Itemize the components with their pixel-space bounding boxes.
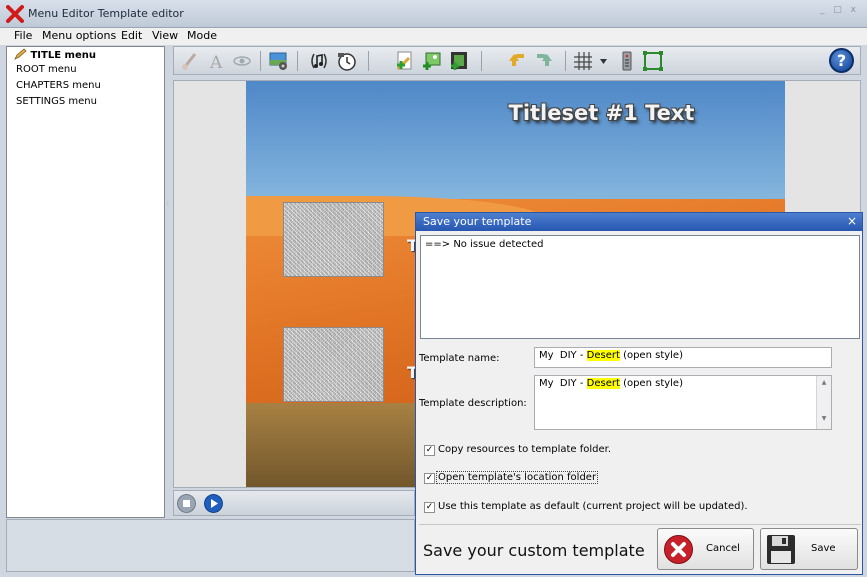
tree-item-label: TITLE menu — [30, 50, 96, 61]
toolbar-separator — [260, 51, 261, 71]
play-icon[interactable] — [204, 494, 223, 513]
desc-text-prefix: My DIY - — [539, 378, 587, 389]
brush-icon[interactable] — [179, 50, 201, 72]
save-button[interactable]: Save — [760, 528, 858, 570]
copy-resources-checkbox[interactable]: ✓ — [424, 445, 435, 456]
use-as-default-checkbox[interactable]: ✓ — [424, 502, 435, 513]
tree-item-settings-menu[interactable]: SETTINGS menu — [16, 96, 97, 107]
cancel-icon — [664, 535, 693, 564]
dialog-title: Save your template — [423, 215, 532, 228]
footer-text: Save your custom template — [423, 541, 645, 560]
button-thumbnail-2[interactable] — [283, 327, 384, 402]
scroll-down-icon[interactable]: ▼ — [817, 415, 831, 422]
undo-icon[interactable] — [506, 50, 528, 72]
cancel-label: Cancel — [706, 543, 740, 554]
toolbar-separator — [481, 51, 482, 71]
title-bar: Menu Editor Template editor _ □ x — [0, 0, 867, 28]
redo-icon[interactable] — [533, 50, 555, 72]
menu-menu-options[interactable]: Menu options — [42, 29, 116, 42]
toolbar-separator — [565, 51, 566, 71]
scroll-up-icon[interactable]: ▲ — [817, 379, 831, 386]
use-as-default-label: Use this template as default (current pr… — [438, 501, 748, 512]
timer-icon[interactable] — [335, 50, 357, 72]
background-settings-icon[interactable] — [268, 50, 290, 72]
template-description-field[interactable]: My DIY - Desert (open style) ▲ ▼ — [534, 375, 832, 430]
tree-item-title-menu[interactable]: TITLE menu — [14, 48, 96, 61]
dialog-title-bar: Save your template × — [416, 213, 862, 231]
toolbar-separator — [297, 51, 298, 71]
window-controls[interactable]: _ □ x — [820, 5, 859, 15]
floppy-disk-icon — [767, 535, 795, 564]
toolbar-separator — [368, 51, 369, 71]
name-text-suffix: (open style) — [619, 350, 683, 361]
button-thumbnail-1[interactable] — [283, 202, 384, 277]
frame-icon[interactable] — [642, 50, 664, 72]
name-text-highlight: Desert — [586, 350, 620, 361]
text-icon[interactable]: A — [205, 50, 227, 72]
name-text-prefix: My DIY - — [539, 350, 587, 361]
playback-bar — [173, 490, 415, 516]
dialog-footer: Save your custom template Cancel Save — [419, 524, 861, 573]
toolbar: A — [173, 46, 861, 75]
log-text: ==> No issue detected — [425, 239, 544, 250]
grid-icon[interactable] — [572, 50, 594, 72]
copy-resources-label: Copy resources to template folder. — [438, 444, 612, 455]
tree-item-root-menu[interactable]: ROOT menu — [16, 64, 77, 75]
cancel-button[interactable]: Cancel — [657, 528, 754, 570]
menu-file[interactable]: File — [14, 29, 32, 42]
status-bar — [6, 519, 415, 572]
eye-icon[interactable] — [231, 50, 253, 72]
window-title: Menu Editor Template editor — [28, 7, 184, 20]
menu-mode[interactable]: Mode — [187, 29, 217, 42]
template-name-label: Template name: — [419, 353, 500, 364]
pencil-icon — [14, 48, 27, 60]
add-button-icon[interactable] — [394, 50, 416, 72]
open-location-checkbox[interactable]: ✓ — [424, 473, 435, 484]
menu-edit[interactable]: Edit — [121, 29, 142, 42]
description-scrollbar[interactable]: ▲ ▼ — [816, 376, 831, 429]
save-label: Save — [811, 543, 836, 554]
menu-tree-panel: TITLE menu ROOT menu CHAPTERS menu SETTI… — [6, 46, 165, 518]
stop-icon[interactable] — [177, 494, 196, 513]
validation-log: ==> No issue detected — [420, 235, 860, 339]
svg-text:A: A — [209, 53, 223, 72]
chevron-down-icon[interactable] — [600, 59, 607, 64]
help-button[interactable]: ? — [829, 48, 854, 73]
template-name-field[interactable]: My DIY - Desert (open style) — [534, 347, 832, 368]
canvas-margin-left — [174, 81, 246, 487]
add-video-icon[interactable] — [448, 50, 470, 72]
close-icon[interactable]: × — [847, 214, 857, 228]
save-template-dialog: Save your template × ==> No issue detect… — [415, 212, 863, 575]
menu-view[interactable]: View — [152, 29, 178, 42]
audio-icon[interactable] — [308, 50, 330, 72]
remote-icon[interactable] — [616, 50, 638, 72]
app-logo-icon — [6, 5, 24, 23]
add-image-icon[interactable] — [421, 50, 443, 72]
template-description-label: Template description: — [419, 398, 527, 409]
desc-text-suffix: (open style) — [619, 378, 683, 389]
open-location-label: Open template's location folder — [436, 471, 599, 484]
canvas-title-text[interactable]: Titleset #1 Text — [246, 101, 785, 125]
tree-item-chapters-menu[interactable]: CHAPTERS menu — [16, 80, 101, 91]
desc-text-highlight: Desert — [586, 378, 620, 389]
panel-splitter[interactable]: ⋮ — [165, 200, 173, 220]
menu-bar: File Menu options Edit View Mode — [0, 28, 867, 45]
